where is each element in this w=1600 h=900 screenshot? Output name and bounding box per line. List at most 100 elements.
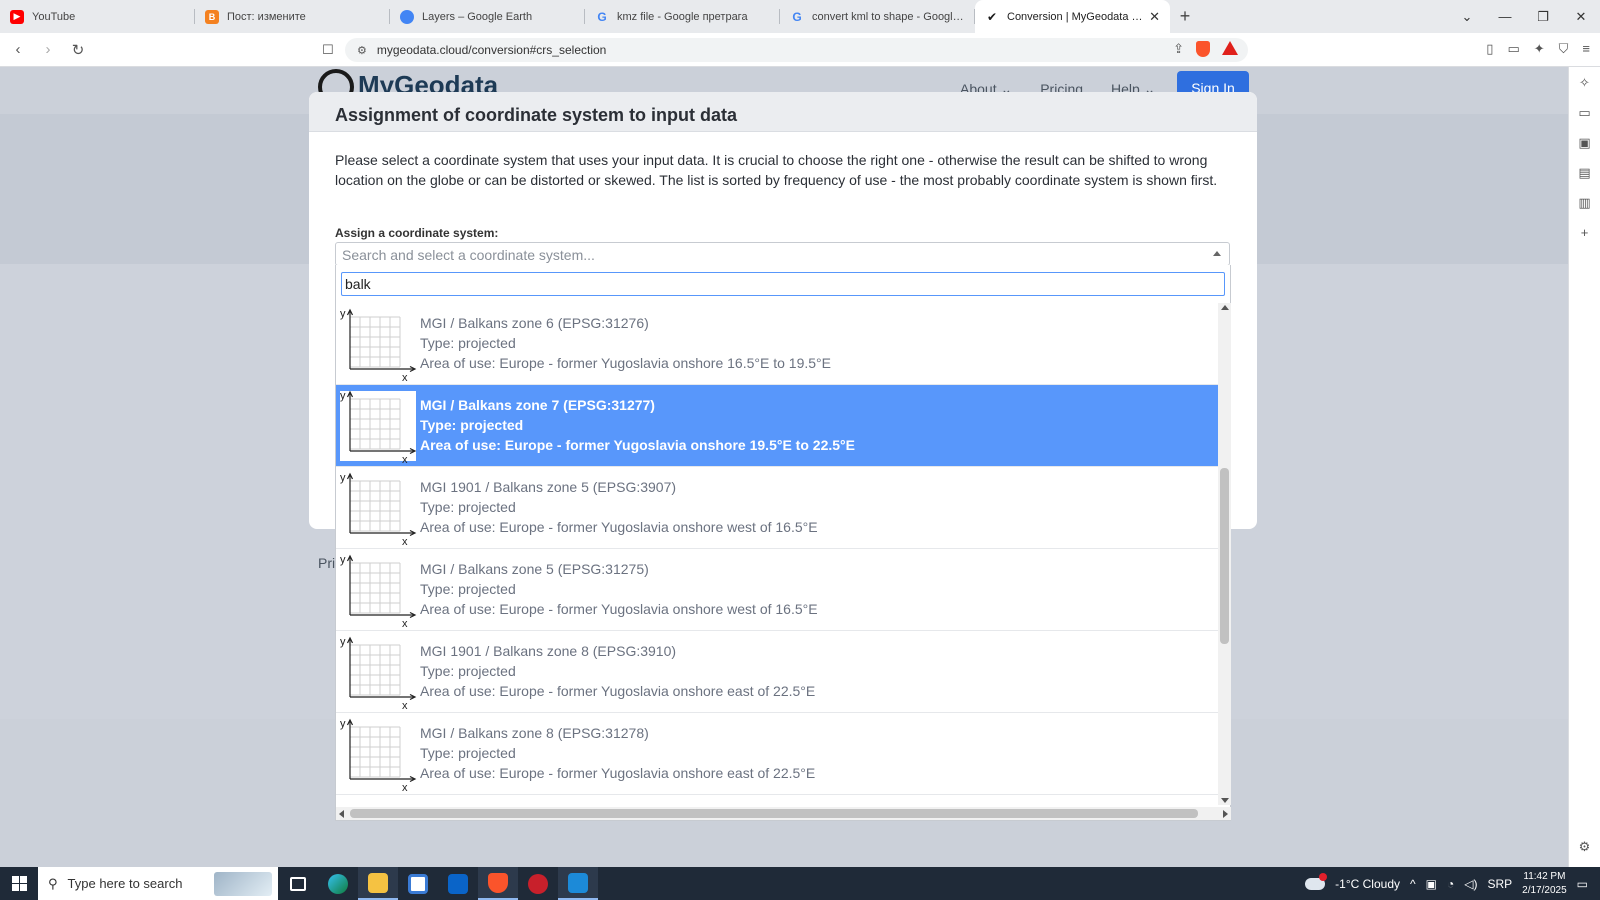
tab-google-earth[interactable]: Layers – Google Earth: [390, 0, 585, 33]
scroll-thumb[interactable]: [1220, 468, 1229, 644]
scroll-down-icon[interactable]: [1221, 798, 1229, 803]
volume-icon[interactable]: ◁): [1464, 877, 1477, 891]
vpn-icon[interactable]: ⛉: [1559, 41, 1569, 57]
modal-title: Assignment of coordinate system to input…: [309, 92, 1257, 132]
taskbar-brave[interactable]: [478, 867, 518, 900]
wallet-panel-icon[interactable]: ▣: [1578, 135, 1590, 151]
forward-icon[interactable]: ›: [36, 41, 60, 58]
crs-result-item[interactable]: y x MGI 1901 / Balkans zone 8 (EPSG:3910) T…: [336, 631, 1218, 713]
language-indicator[interactable]: SRP: [1487, 877, 1512, 891]
axis-x-label: x: [402, 372, 408, 384]
window-controls: ⌄ — ❐ ✕: [1448, 0, 1600, 33]
crs-result-item[interactable]: y x MGI 1901 / Balkans zone 5 (EPSG:3907) T…: [336, 467, 1218, 549]
cloud-icon[interactable]: [1305, 872, 1328, 890]
windows-logo-icon: [11, 876, 27, 891]
crs-result-name: MGI / Balkans zone 7 (EPSG:31277): [420, 397, 655, 413]
close-window-button[interactable]: ✕: [1562, 9, 1600, 25]
browser-tab-bar: ▶ YouTube B Пост: измените Layers – Goog…: [0, 0, 1600, 33]
bookmark-icon[interactable]: ☐: [322, 42, 334, 58]
crs-result-text: MGI / Balkans zone 6 (EPSG:31276) Type: p…: [420, 303, 831, 384]
crs-result-name: MGI 1901 / Balkans zone 5 (EPSG:3907): [420, 479, 677, 495]
store-icon: [408, 873, 428, 894]
site-settings-icon[interactable]: ⚙: [357, 44, 367, 57]
bookmarks-panel-icon[interactable]: ▤: [1578, 165, 1590, 181]
scroll-left-icon[interactable]: [339, 810, 344, 818]
start-button[interactable]: [0, 867, 38, 900]
crs-result-item[interactable]: y x MGI / Balkans zone 7 (EPSG:31277) Type:…: [336, 385, 1218, 467]
crs-grid-icon: yx: [336, 631, 420, 713]
new-tab-button[interactable]: +: [1170, 6, 1200, 27]
chevron-up-icon[interactable]: ^: [1410, 877, 1416, 891]
tab-mygeodata-conversion[interactable]: ✔ Conversion | MyGeodata Conve ✕: [975, 0, 1170, 33]
crs-result-text: MGI 1901 / Balkans zone 5 (EPSG:3907) Typ…: [420, 467, 818, 548]
reading-list-icon[interactable]: ▥: [1578, 195, 1590, 211]
brave-shield-icon[interactable]: [1196, 41, 1210, 57]
google-earth-icon: [400, 9, 414, 24]
close-tab-icon[interactable]: ✕: [1149, 9, 1160, 25]
assign-crs-label: Assign a coordinate system:: [335, 226, 499, 240]
taskbar-store[interactable]: [398, 867, 438, 900]
back-icon[interactable]: ‹: [6, 41, 30, 58]
leo-icon[interactable]: ✧: [1579, 75, 1590, 91]
wifi-icon[interactable]: ◔: [1447, 877, 1454, 891]
sidebar-toggle-icon[interactable]: ▯: [1486, 41, 1493, 57]
system-tray: -1°C Cloudy ^ ▣ ◔ ◁) SRP 11:42 PM 2/17/2…: [1305, 867, 1600, 900]
tab-blogger[interactable]: B Пост: измените: [195, 0, 390, 33]
taskbar-search-box[interactable]: ⚲ Type here to search: [38, 867, 278, 900]
crs-search-input[interactable]: [341, 272, 1225, 296]
crs-result-name: MGI 1901 / Balkans zone 8 (EPSG:3910): [420, 643, 677, 659]
taskbar-outlook[interactable]: [438, 867, 478, 900]
minimize-button[interactable]: —: [1486, 9, 1524, 24]
axis-y-label: y: [340, 636, 346, 648]
leo-ai-icon[interactable]: ✦: [1534, 41, 1545, 57]
crs-result-type: Type: projected: [420, 745, 516, 761]
taskbar-edge[interactable]: [318, 867, 358, 900]
crs-result-item[interactable]: y x MGI / Balkans zone 5 (EPSG:31275) Type:…: [336, 549, 1218, 631]
crs-result-type: Type: projected: [420, 581, 516, 597]
weather-text[interactable]: -1°C Cloudy: [1335, 877, 1400, 891]
crs-grid-icon: yx: [336, 303, 420, 385]
tab-label: Layers – Google Earth: [422, 10, 533, 23]
crs-result-item[interactable]: y x MGI / Balkans zone 6 (EPSG:31276) Type:…: [336, 303, 1218, 385]
brave-rewards-icon[interactable]: [1222, 41, 1238, 55]
page-text-fragment: Pri: [318, 555, 336, 571]
crs-results-list: y x MGI / Balkans zone 6 (EPSG:31276) Type:…: [336, 303, 1218, 805]
wallet-icon[interactable]: ▭: [1507, 41, 1519, 57]
menu-icon[interactable]: ≡: [1582, 41, 1590, 57]
taskbar-app-red[interactable]: [518, 867, 558, 900]
reload-icon[interactable]: ↻: [66, 41, 90, 59]
taskbar-app-blue[interactable]: [558, 867, 598, 900]
app-bug-icon: [528, 873, 548, 894]
tab-google-search-kmz[interactable]: G kmz file - Google претрага: [585, 0, 780, 33]
meet-now-icon[interactable]: ▣: [1426, 877, 1437, 891]
caret-up-icon: [1213, 251, 1221, 256]
crs-result-text: MGI 1901 / Balkans zone 8 (EPSG:3910) Typ…: [420, 631, 815, 712]
playlist-icon[interactable]: ▭: [1578, 105, 1590, 121]
url-text: mygeodata.cloud/conversion#crs_selection: [376, 43, 607, 57]
scroll-up-icon[interactable]: [1221, 305, 1229, 310]
tab-search-icon[interactable]: ⌄: [1448, 9, 1486, 25]
taskbar-file-explorer[interactable]: [358, 867, 398, 900]
restore-button[interactable]: ❐: [1524, 9, 1562, 25]
crs-grid-icon: yx: [336, 467, 420, 549]
add-panel-icon[interactable]: +: [1581, 225, 1589, 240]
crs-result-area: Area of use: Europe - former Yugoslavia …: [420, 355, 831, 371]
tab-label: kmz file - Google претрага: [617, 10, 748, 23]
url-field[interactable]: ⚙ mygeodata.cloud/conversion#crs_selecti…: [345, 38, 1248, 62]
youtube-icon: ▶: [10, 9, 24, 24]
scroll-thumb[interactable]: [350, 809, 1198, 818]
results-vertical-scrollbar[interactable]: [1218, 303, 1231, 805]
clock[interactable]: 11:42 PM 2/17/2025: [1522, 870, 1567, 898]
notifications-icon[interactable]: ▭: [1577, 877, 1588, 891]
results-horizontal-scrollbar[interactable]: [336, 807, 1231, 820]
tab-youtube[interactable]: ▶ YouTube: [0, 0, 195, 33]
crs-result-area: Area of use: Europe - former Yugoslavia …: [420, 765, 816, 781]
crs-result-item[interactable]: y x MGI / Balkans zone 8 (EPSG:31278) Type:…: [336, 713, 1218, 795]
crs-select[interactable]: Search and select a coordinate system...: [335, 242, 1230, 266]
task-view-button[interactable]: [278, 867, 318, 900]
tab-label: convert kml to shape - Google пре: [812, 10, 965, 23]
tab-google-search-kml[interactable]: G convert kml to shape - Google пре: [780, 0, 975, 33]
share-icon[interactable]: ⇪: [1173, 41, 1184, 57]
gear-icon[interactable]: ⚙: [1579, 839, 1591, 855]
scroll-right-icon[interactable]: [1223, 810, 1228, 818]
